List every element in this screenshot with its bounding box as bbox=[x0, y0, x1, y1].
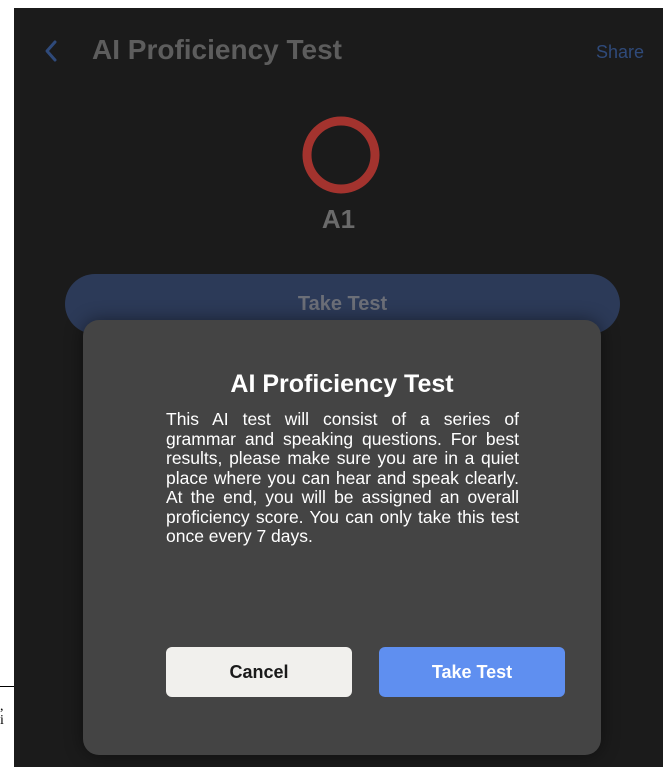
page: , i AI Proficiency Test Share A1 Take Te… bbox=[0, 0, 663, 767]
document-rule bbox=[0, 686, 14, 687]
document-text-fragment: , i bbox=[0, 700, 14, 728]
proficiency-level: A1 bbox=[321, 204, 356, 234]
page-title: AI Proficiency Test bbox=[92, 34, 343, 65]
share-button[interactable]: Share bbox=[596, 42, 644, 63]
top-bar: AI Proficiency Test Share bbox=[14, 8, 663, 96]
app-screen: AI Proficiency Test Share A1 Take Test A… bbox=[14, 8, 663, 767]
cancel-button[interactable]: Cancel bbox=[166, 647, 352, 697]
circle-ring-icon bbox=[301, 115, 381, 195]
take-test-button[interactable]: Take Test bbox=[379, 647, 565, 697]
chevron-left-icon bbox=[43, 39, 59, 63]
document-text-line-2: i bbox=[0, 713, 4, 728]
background-document-fragment: , i bbox=[0, 686, 14, 728]
back-button[interactable] bbox=[36, 36, 66, 66]
confirmation-dialog: AI Proficiency Test This AI test will co… bbox=[83, 320, 601, 755]
dialog-message: This AI test will consist of a series of… bbox=[166, 409, 519, 546]
dialog-title: AI Proficiency Test bbox=[230, 370, 454, 398]
document-text-line-1: , bbox=[0, 700, 4, 714]
